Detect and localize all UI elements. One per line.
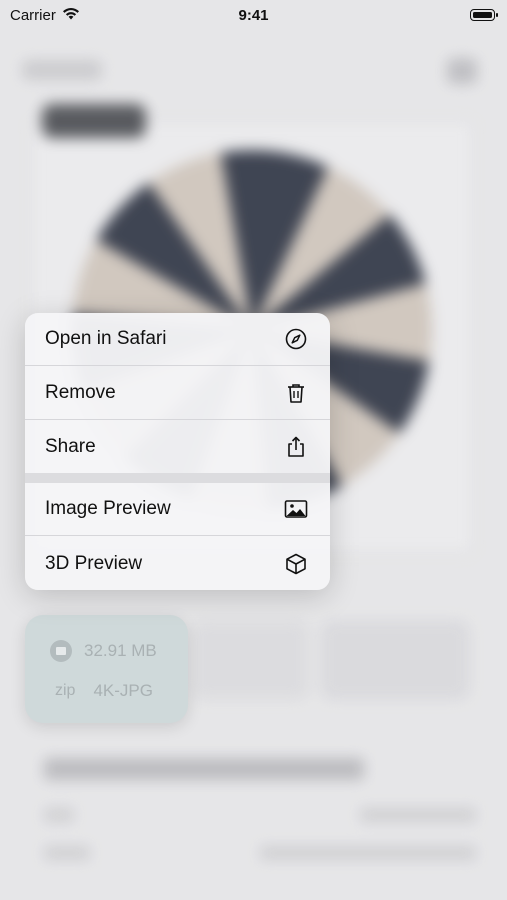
file-resolution: 4K-JPG xyxy=(93,681,153,700)
file-size-row: 32.91 MB xyxy=(50,640,157,662)
compass-icon xyxy=(284,327,308,351)
battery-icon xyxy=(470,9,498,21)
bg-nav-title xyxy=(22,60,102,80)
bg-title-line xyxy=(44,758,364,780)
menu-item-remove[interactable]: Remove xyxy=(25,367,330,420)
menu-item-label: Open in Safari xyxy=(45,328,167,349)
menu-group-separator xyxy=(25,473,330,483)
bg-detail-label-2 xyxy=(44,846,90,860)
bg-dark-chip xyxy=(42,104,146,138)
share-icon xyxy=(284,435,308,459)
wifi-icon xyxy=(62,7,80,24)
status-left: Carrier xyxy=(10,7,80,24)
carrier-label: Carrier xyxy=(10,6,56,24)
photo-icon xyxy=(284,497,308,521)
file-info-chip: 32.91 MB zip 4K-JPG xyxy=(25,615,188,723)
file-size: 32.91 MB xyxy=(84,641,157,660)
menu-item-label: Remove xyxy=(45,382,116,403)
bg-nav-icon xyxy=(447,58,477,84)
context-menu: Open in Safari Remove Share Image Previe… xyxy=(25,313,330,590)
cube-icon xyxy=(284,552,308,576)
menu-item-label: 3D Preview xyxy=(45,552,143,574)
menu-item-label: Image Preview xyxy=(45,498,171,519)
bg-info-chip-2 xyxy=(190,620,310,700)
storage-icon xyxy=(50,640,72,662)
bg-info-chip-3 xyxy=(320,620,470,700)
menu-item-image-preview[interactable]: Image Preview xyxy=(25,483,330,536)
file-format-row: zip 4K-JPG xyxy=(55,681,153,701)
trash-icon xyxy=(284,381,308,405)
bg-detail-value-2 xyxy=(260,846,476,860)
menu-item-label: Share xyxy=(45,436,96,457)
menu-item-3d-preview[interactable]: 3D Preview xyxy=(25,537,330,590)
bg-detail-value-1 xyxy=(360,808,476,822)
file-format: zip xyxy=(55,682,76,699)
bg-detail-label-1 xyxy=(44,808,74,822)
status-bar: Carrier 9:41 xyxy=(0,0,507,30)
menu-item-open-in-safari[interactable]: Open in Safari xyxy=(25,313,330,366)
menu-item-share[interactable]: Share xyxy=(25,421,330,473)
